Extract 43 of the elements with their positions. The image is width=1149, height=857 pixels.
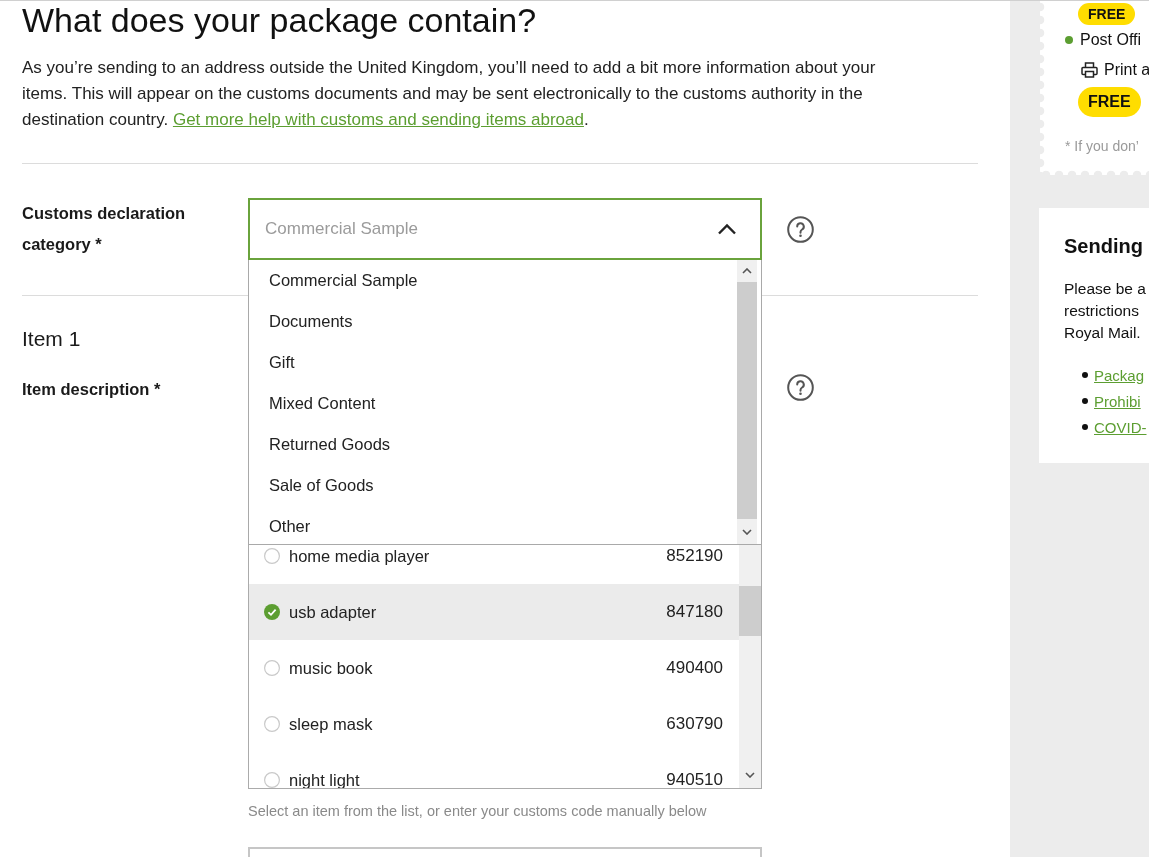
- free-badge: FREE: [1078, 3, 1136, 25]
- input-field[interactable]: [248, 847, 762, 857]
- info-text: Please be a restrictions Royal Mail.: [1064, 279, 1147, 343]
- commodity-code-text: 630790: [666, 714, 723, 734]
- commodity-code-text: 940510: [666, 770, 723, 788]
- scrollbar-thumb[interactable]: [737, 282, 757, 519]
- radio-icon[interactable]: [264, 772, 280, 788]
- printer-icon: [1081, 62, 1098, 78]
- help-icon[interactable]: [787, 215, 814, 243]
- radio-icon[interactable]: [264, 548, 280, 564]
- item-description-text: usb adapter: [289, 602, 378, 622]
- scrollbar-thumb[interactable]: [739, 586, 761, 636]
- radio-icon[interactable]: [264, 660, 280, 676]
- card-title: Sending: [1064, 234, 1144, 258]
- check-circle-icon[interactable]: [264, 604, 280, 620]
- commodity-code-text: 847180: [666, 602, 723, 622]
- commodity-code-text: 490400: [666, 658, 723, 678]
- page-title: What does your package contain?: [22, 1, 538, 39]
- bullet-icon: [1082, 398, 1088, 404]
- field-label: Customs declaration category *: [22, 203, 187, 255]
- scrollbar[interactable]: [739, 545, 761, 788]
- radio-icon[interactable]: [264, 716, 280, 732]
- item-heading: Item 1: [22, 326, 82, 352]
- chevron-down-icon[interactable]: [742, 528, 752, 535]
- delivery-option-text: Post Offi: [1080, 30, 1142, 50]
- footnote-text: * If you don’: [1065, 137, 1139, 155]
- scrollbar[interactable]: [737, 260, 757, 544]
- item-description-text: sleep mask: [289, 714, 374, 734]
- bullet-icon: [1082, 424, 1088, 430]
- hint-text: Select an item from the list, or enter your customs code manually below: [248, 802, 708, 821]
- field-label: Item description *: [22, 379, 162, 400]
- intro-text: As you’re sending to an address outside the United Kingdom, you’ll need to add a bit more information about your items. This will appear on the customs documents and may be sent electronically to the customs authority in the destination country. Get more help with customs and sending items abroad.: [22, 57, 877, 131]
- item-description-text: home media player: [289, 546, 431, 566]
- status-dot-icon: [1065, 36, 1073, 44]
- help-icon[interactable]: [787, 374, 814, 401]
- free-badge: FREE: [1078, 87, 1141, 117]
- result-row[interactable]: usb adapter 847180: [249, 584, 739, 640]
- chevron-up-icon[interactable]: [742, 267, 752, 274]
- commodity-code-text: 852190: [666, 546, 723, 566]
- item-description-text: music book: [289, 658, 374, 678]
- bullet-icon: [1082, 372, 1088, 378]
- item-description-text: night light: [289, 770, 361, 788]
- chevron-down-icon[interactable]: [745, 772, 755, 778]
